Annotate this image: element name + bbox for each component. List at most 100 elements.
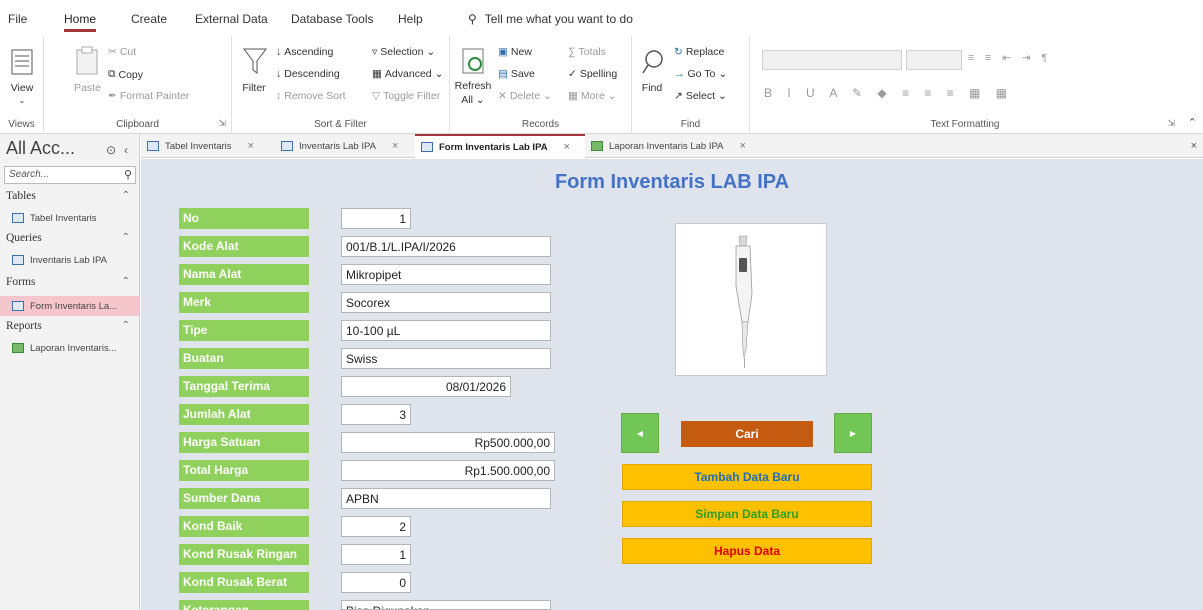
table-icon (12, 213, 24, 223)
toggle-filter-button[interactable]: ▽ Toggle Filter (372, 90, 440, 102)
field-total-harga[interactable]: Rp1.500.000,00 (341, 460, 555, 481)
format-painter-button[interactable]: ✒ Format Painter (108, 90, 189, 102)
descending-button[interactable]: ↓ Descending (276, 68, 340, 80)
refresh-all-button[interactable]: All ⌄ (452, 94, 494, 106)
character-format-icons[interactable]: B I U A ✎ ◆ ≡ ≡ ≡ ▦ ▦ (764, 86, 1013, 100)
hapus-data-button[interactable]: Hapus Data (622, 538, 872, 564)
new-record-button[interactable]: ▣ New (498, 46, 532, 58)
tab-laporan-inventaris-lab-ipa[interactable]: Laporan Inventaris Lab IPA × (585, 134, 765, 158)
menu-database-tools[interactable]: Database Tools (291, 12, 374, 26)
nav-item-tabel-inventaris[interactable]: Tabel Inventaris (0, 208, 139, 228)
nav-section-label: Queries (6, 232, 42, 244)
nav-section-tables[interactable]: Tables ⌃ (6, 190, 134, 202)
copy-button[interactable]: ⧉ Copy (108, 68, 143, 81)
menu-create[interactable]: Create (131, 12, 167, 26)
refresh-button[interactable]: Refresh (452, 80, 494, 92)
close-icon[interactable]: × (248, 140, 254, 152)
nav-item-label: Inventaris Lab IPA (30, 254, 107, 266)
remove-sort-button[interactable]: ↕ Remove Sort (276, 90, 346, 102)
spelling-label: Spelling (579, 68, 618, 80)
search-icon[interactable]: ⚲ (124, 168, 132, 181)
nav-item-inventaris-lab-ipa[interactable]: Inventaris Lab IPA (0, 250, 139, 270)
select-button[interactable]: ↗ Select ⌄ (674, 90, 727, 102)
nav-options-icon[interactable]: ⊙ (106, 143, 116, 157)
more-icon: ▦ (568, 90, 578, 102)
totals-label: Totals (578, 46, 606, 58)
remove-sort-label: Remove Sort (284, 90, 346, 102)
dialog-launcher-icon[interactable]: ⇲ (218, 118, 226, 129)
next-record-button[interactable]: ▶ (834, 413, 872, 453)
field-kond-baik[interactable]: 2 (341, 516, 411, 537)
nav-section-queries[interactable]: Queries ⌃ (6, 232, 134, 244)
nav-section-reports[interactable]: Reports ⌃ (6, 320, 134, 332)
close-icon[interactable]: × (392, 140, 398, 152)
tell-me-box[interactable]: ⚲ Tell me what you want to do (468, 12, 633, 26)
menu-help[interactable]: Help (398, 12, 423, 26)
filter-button[interactable]: Filter (234, 82, 274, 94)
toggle-filter-label: Toggle Filter (383, 90, 441, 102)
field-tipe[interactable]: 10-100 µL (341, 320, 551, 341)
field-harga-satuan[interactable]: Rp500.000,00 (341, 432, 555, 453)
goto-button[interactable]: → Go To ⌄ (674, 68, 727, 80)
nav-pane-title[interactable]: All Acc... (6, 138, 75, 159)
previous-record-button[interactable]: ◀ (621, 413, 659, 453)
form-icon (12, 301, 24, 311)
nav-section-forms[interactable]: Forms ⌃ (6, 276, 134, 288)
select-label: Select (685, 90, 715, 102)
field-kode-alat[interactable]: 001/B.1/L.IPA/I/2026 (341, 236, 551, 257)
field-label-sumber-dana: Sumber Dana (179, 488, 309, 509)
field-kond-rusak-ringan[interactable]: 1 (341, 544, 411, 565)
tambah-data-baru-button[interactable]: Tambah Data Baru (622, 464, 872, 490)
cari-button[interactable]: Cari (681, 421, 813, 447)
nav-collapse-icon[interactable]: ‹ (124, 143, 128, 157)
nav-item-form-inventaris[interactable]: Form Inventaris La... (0, 296, 139, 316)
field-kond-rusak-berat[interactable]: 0 (341, 572, 411, 593)
spelling-button[interactable]: ✓ Spelling (568, 68, 617, 80)
copy-icon: ⧉ (108, 68, 116, 80)
chevron-down-icon[interactable]: ⌄ (0, 96, 44, 105)
more-button[interactable]: ▦ More ⌄ (568, 90, 617, 102)
advanced-filter-icon: ▦ (372, 68, 382, 80)
replace-button[interactable]: ↻ Replace (674, 46, 724, 58)
group-sort-filter: Filter ↓ Ascending ↓ Descending ↕ Remove So… (232, 36, 450, 134)
group-clipboard: Paste ✂ Cut ⧉ Copy ✒ Format Painter Clipboa… (44, 36, 232, 134)
selection-button[interactable]: ▿ Selection ⌄ (372, 46, 435, 58)
delete-record-button[interactable]: ✕ Delete ⌄ (498, 90, 552, 102)
field-buatan[interactable]: Swiss (341, 348, 551, 369)
simpan-data-baru-button[interactable]: Simpan Data Baru (622, 501, 872, 527)
view-button[interactable]: View (0, 82, 44, 94)
font-size-select[interactable] (906, 50, 962, 70)
field-sumber-dana[interactable]: APBN (341, 488, 551, 509)
field-keterangan[interactable]: Bisa Digunakan (341, 600, 551, 610)
menu-file[interactable]: File (8, 12, 27, 26)
close-icon[interactable]: × (739, 140, 745, 152)
cut-button[interactable]: ✂ Cut (108, 46, 136, 58)
field-nama-alat[interactable]: Mikropipet (341, 264, 551, 285)
menu-external-data[interactable]: External Data (195, 12, 268, 26)
nav-item-laporan-inventaris[interactable]: Laporan Inventaris... (0, 338, 139, 358)
save-record-button[interactable]: ▤ Save (498, 68, 535, 80)
close-icon[interactable]: × (564, 141, 570, 153)
advanced-button[interactable]: ▦ Advanced ⌄ (372, 68, 443, 80)
font-name-select[interactable] (762, 50, 902, 70)
field-no[interactable]: 1 (341, 208, 411, 229)
find-button[interactable]: Find (634, 82, 670, 94)
field-jumlah-alat[interactable]: 3 (341, 404, 411, 425)
ascending-button[interactable]: ↓ Ascending (276, 46, 333, 58)
field-tanggal-terima[interactable]: 08/01/2026 (341, 376, 511, 397)
field-label-tanggal-terima: Tanggal Terima (179, 376, 309, 397)
menu-home[interactable]: Home (64, 12, 97, 32)
save-label: Save (510, 68, 535, 80)
collapse-ribbon-icon[interactable]: ⌃ (1188, 116, 1197, 129)
totals-button[interactable]: ∑ Totals (568, 46, 606, 58)
field-merk[interactable]: Socorex (341, 292, 551, 313)
sigma-icon: ∑ (568, 46, 576, 58)
tab-tabel-inventaris[interactable]: Tabel Inventaris × (141, 134, 275, 158)
nav-search-input[interactable]: Search... ⚲ (4, 166, 136, 184)
tab-inventaris-lab-ipa[interactable]: Inventaris Lab IPA × (275, 134, 415, 158)
list-format-icons[interactable]: ≡ ≡ ⇤ ⇥ ¶ (968, 52, 1051, 64)
tab-form-inventaris-lab-ipa[interactable]: Form Inventaris Lab IPA × (415, 134, 585, 158)
dialog-launcher-icon[interactable]: ⇲ (1167, 118, 1175, 129)
close-document-icon[interactable]: × (1191, 140, 1197, 152)
paste-button[interactable]: Paste (74, 82, 101, 94)
